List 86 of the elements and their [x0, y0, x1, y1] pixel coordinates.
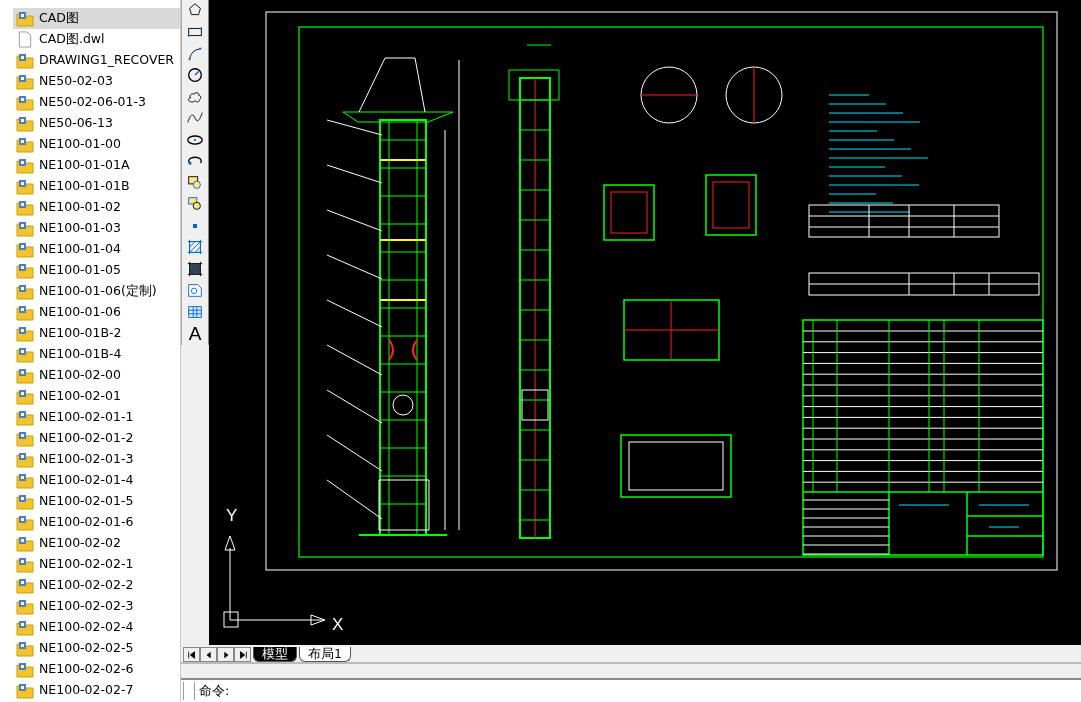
folder-icon [16, 241, 34, 258]
file-list-item[interactable]: NE100-02-02-1 [13, 554, 180, 575]
file-list-item[interactable]: NE50-06-13 [13, 113, 180, 134]
file-list-item[interactable]: NE100-02-01-1 [13, 407, 180, 428]
folder-icon [16, 682, 34, 699]
command-prompt: 命令: [199, 682, 230, 701]
folder-icon [16, 535, 34, 552]
folder-icon [16, 577, 34, 594]
file-list-item[interactable]: NE100-02-02-7 [13, 680, 180, 701]
folder-icon [16, 304, 34, 321]
file-list-item[interactable]: NE100-01-05 [13, 260, 180, 281]
folder-icon [16, 409, 34, 426]
folder-icon [16, 94, 34, 111]
first-tab-icon [186, 649, 197, 660]
folder-icon [16, 346, 34, 363]
folder-icon [16, 136, 34, 153]
layout-tab[interactable]: 模型 [253, 647, 297, 662]
file-list-item[interactable]: NE100-02-01-3 [13, 449, 180, 470]
folder-icon [16, 451, 34, 468]
file-list-item[interactable]: CAD图 [13, 8, 180, 29]
folder-icon [16, 325, 34, 342]
file-list-item[interactable]: NE100-02-02-5 [13, 638, 180, 659]
folder-icon [16, 178, 34, 195]
text-tool[interactable]: A [184, 322, 206, 344]
drawing-canvas[interactable]: Y X [209, 0, 1081, 645]
file-list-item[interactable]: NE50-02-06-01-3 [13, 92, 180, 113]
last-tab-button[interactable] [234, 647, 251, 662]
file-list-item[interactable]: NE100-02-02-4 [13, 617, 180, 638]
file-list-item[interactable]: NE100-01-06(定制) [13, 281, 180, 302]
folder-icon [16, 493, 34, 510]
x-axis-label: X [332, 615, 344, 634]
folder-icon [16, 220, 34, 237]
last-tab-icon [237, 649, 248, 660]
folder-icon [16, 283, 34, 300]
folder-icon [16, 598, 34, 615]
file-list-item[interactable]: NE100-02-02-3 [13, 596, 180, 617]
folder-icon [16, 199, 34, 216]
file-list-item[interactable]: DRAWING1_RECOVER [13, 50, 180, 71]
file-list-item[interactable]: NE100-02-01-4 [13, 470, 180, 491]
folder-icon [16, 556, 34, 573]
previous-tab-button[interactable] [200, 647, 217, 662]
region-icon [186, 281, 204, 300]
folder-icon [16, 115, 34, 132]
folder-icon [16, 367, 34, 384]
file-list-item[interactable]: NE100-02-01-2 [13, 428, 180, 449]
grip-handle[interactable] [183, 682, 195, 700]
file-list-item[interactable]: NE100-01B-4 [13, 344, 180, 365]
file-list-item[interactable]: NE100-01-06 [13, 302, 180, 323]
file-list-item[interactable]: NE100-01-00 [13, 134, 180, 155]
folder-icon [16, 661, 34, 678]
file-list-item[interactable]: NE100-02-00 [13, 365, 180, 386]
file-list-item[interactable]: NE100-02-02 [13, 533, 180, 554]
file-list-item[interactable]: NE100-02-02-2 [13, 575, 180, 596]
folder-icon [16, 430, 34, 447]
file-list-item[interactable]: NE100-01-02 [13, 197, 180, 218]
file-list-item[interactable]: NE100-01B-2 [13, 323, 180, 344]
next-tab-button[interactable] [217, 647, 234, 662]
file-list-item[interactable]: NE100-02-02-6 [13, 659, 180, 680]
block-insert-icon [186, 173, 204, 192]
circle-icon [186, 66, 204, 85]
file-list-item[interactable]: NE100-02-01-6 [13, 512, 180, 533]
file-list-item[interactable]: NE100-02-01 [13, 386, 180, 407]
file-list-item[interactable]: NE100-02-01-5 [13, 491, 180, 512]
first-tab-button[interactable] [183, 647, 200, 662]
folder-icon [16, 52, 34, 69]
file-list-item[interactable]: NE100-01-01A [13, 155, 180, 176]
folder-icon [16, 73, 34, 90]
folder-icon [16, 640, 34, 657]
layout-tab[interactable]: 布局1 [299, 647, 351, 662]
folder-icon [16, 514, 34, 531]
y-axis-label: Y [226, 506, 238, 525]
folder-icon [16, 157, 34, 174]
folder-icon [16, 619, 34, 636]
folder-icon [16, 472, 34, 489]
point-icon [193, 223, 197, 228]
folder-icon [16, 10, 34, 27]
file-list-item[interactable]: CAD图.dwl [13, 29, 180, 50]
hatch-icon [186, 238, 204, 257]
file-list-item[interactable]: NE100-01-04 [13, 239, 180, 260]
gradient-icon [186, 259, 204, 278]
file-list-item[interactable]: NE100-01-01B [13, 176, 180, 197]
document-icon [16, 31, 34, 48]
file-list-item[interactable]: NE100-01-03 [13, 218, 180, 239]
folder-icon [16, 388, 34, 405]
folder-icon [16, 262, 34, 279]
file-list-item[interactable]: NE50-02-03 [13, 71, 180, 92]
